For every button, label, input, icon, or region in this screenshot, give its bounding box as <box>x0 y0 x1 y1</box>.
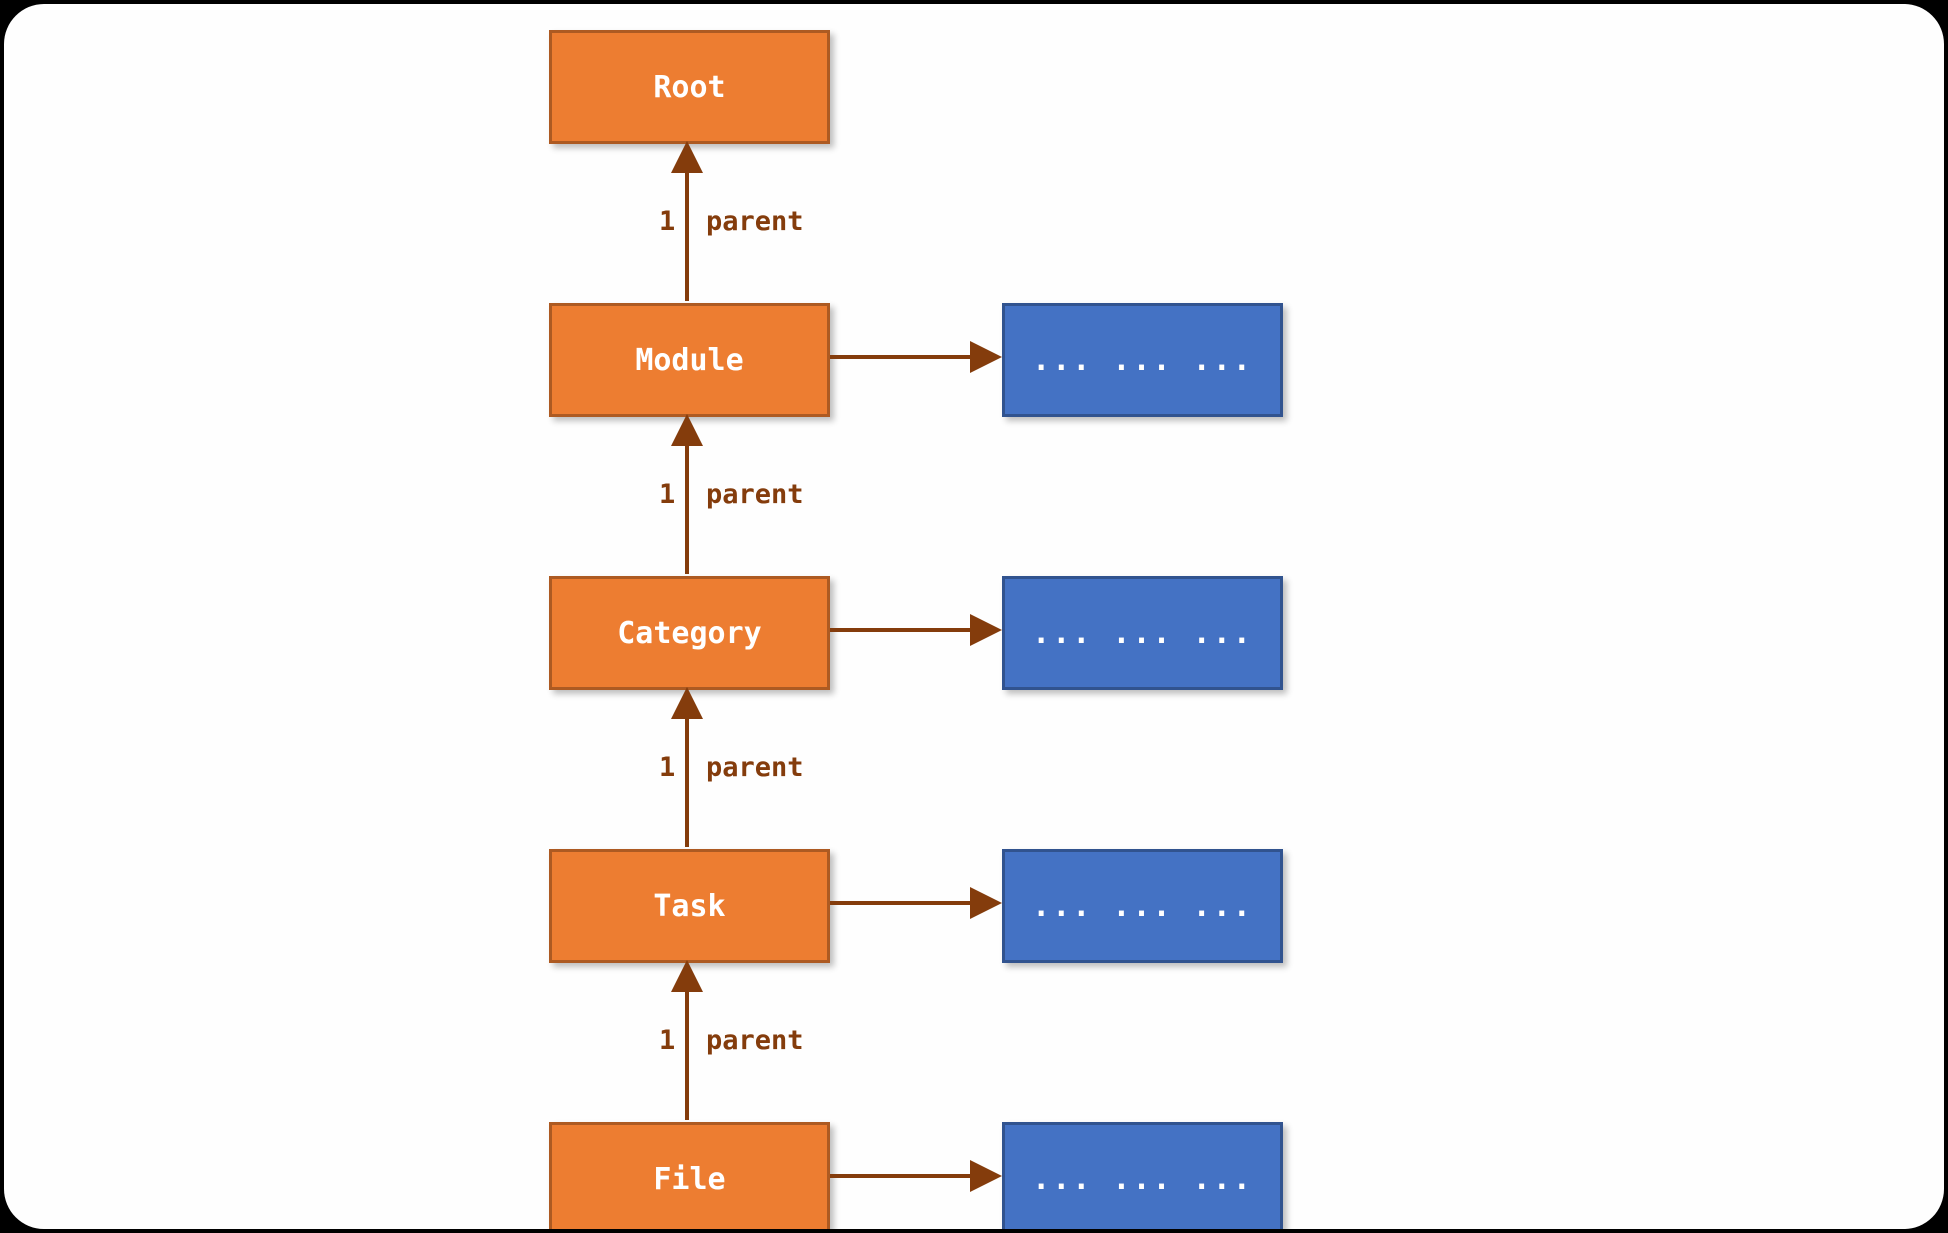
node-task-label: Task <box>653 889 725 924</box>
edge-label-1: parent <box>706 206 804 237</box>
edge-count-3: 1 <box>659 752 675 783</box>
node-category-label: Category <box>617 616 762 651</box>
edge-count-1: 1 <box>659 206 675 237</box>
node-root-label: Root <box>653 70 725 105</box>
node-ellipsis-label-4: ... ... ... <box>1032 1162 1253 1197</box>
node-category: Category <box>549 576 830 690</box>
node-file: File <box>549 1122 830 1229</box>
edge-label-4: parent <box>706 1025 804 1056</box>
node-task: Task <box>549 849 830 963</box>
edge-count-2: 1 <box>659 479 675 510</box>
node-ellipsis-label-1: ... ... ... <box>1032 343 1253 378</box>
node-file-label: File <box>653 1162 725 1197</box>
node-module-label: Module <box>635 343 743 378</box>
node-ellipsis-module: ... ... ... <box>1002 303 1283 417</box>
edge-label-3: parent <box>706 752 804 783</box>
edge-label-2: parent <box>706 479 804 510</box>
node-ellipsis-category: ... ... ... <box>1002 576 1283 690</box>
node-ellipsis-label-3: ... ... ... <box>1032 889 1253 924</box>
diagram-frame: Root Module Category Task File ... ... .… <box>4 4 1944 1229</box>
edge-count-4: 1 <box>659 1025 675 1056</box>
node-ellipsis-file: ... ... ... <box>1002 1122 1283 1229</box>
node-module: Module <box>549 303 830 417</box>
arrows-svg <box>4 4 1944 1229</box>
node-root: Root <box>549 30 830 144</box>
node-ellipsis-label-2: ... ... ... <box>1032 616 1253 651</box>
node-ellipsis-task: ... ... ... <box>1002 849 1283 963</box>
